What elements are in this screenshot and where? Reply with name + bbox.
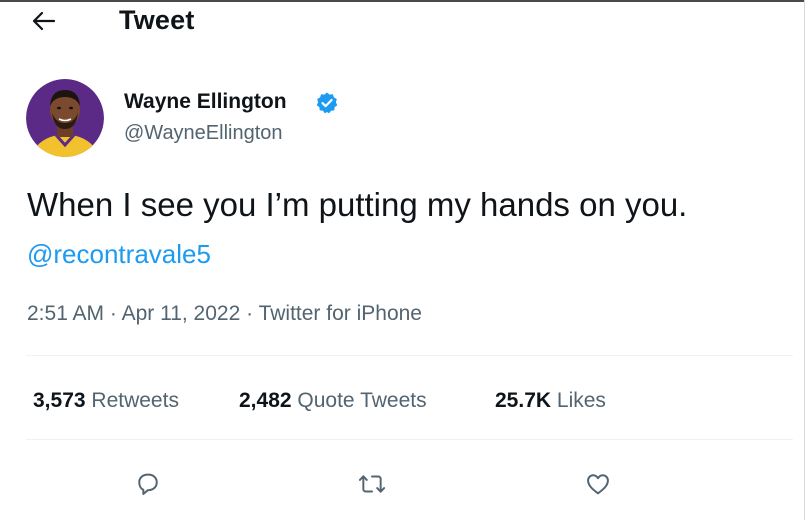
- retweets-count: 3,573: [33, 389, 86, 412]
- likes-stat[interactable]: 25.7K Likes: [495, 389, 606, 413]
- reply-icon: [138, 473, 158, 496]
- header-bar: Tweet: [0, 2, 805, 38]
- meta-separator: ·: [240, 302, 259, 325]
- retweets-stat[interactable]: 3,573 Retweets: [33, 389, 179, 413]
- action-bar: [0, 458, 805, 508]
- author-handle[interactable]: @WayneEllington: [124, 122, 283, 145]
- tweet-time[interactable]: 2:51 AM: [27, 302, 104, 325]
- retweets-label: Retweets: [91, 389, 179, 412]
- quote-tweets-stat[interactable]: 2,482 Quote Tweets: [239, 389, 427, 413]
- tweet-author: Wayne Ellington @WayneEllington: [26, 79, 426, 159]
- tweet-source[interactable]: Twitter for iPhone: [259, 302, 422, 325]
- likes-count: 25.7K: [495, 389, 552, 412]
- avatar[interactable]: [26, 79, 104, 157]
- tweet-text: When I see you I’m putting my hands on y…: [27, 186, 688, 223]
- tweet-metadata: 2:51 AM · Apr 11, 2022 · Twitter for iPh…: [27, 302, 422, 326]
- likes-label: Likes: [556, 389, 606, 412]
- arrow-left-icon: [32, 11, 56, 31]
- divider: [26, 439, 793, 440]
- like-icon: [587, 474, 609, 495]
- meta-separator: ·: [104, 302, 122, 325]
- mention-link[interactable]: @recontravale5: [27, 239, 211, 270]
- like-button[interactable]: [578, 464, 618, 504]
- quote-tweets-label: Quote Tweets: [297, 389, 427, 412]
- retweet-button[interactable]: [352, 464, 392, 504]
- reply-button[interactable]: [128, 464, 168, 504]
- retweet-icon: [358, 475, 386, 493]
- verified-badge-icon: [316, 92, 338, 114]
- page-title: Tweet: [119, 5, 195, 35]
- avatar-image: [26, 79, 104, 157]
- tweet-date[interactable]: Apr 11, 2022: [122, 302, 241, 325]
- quote-tweets-count: 2,482: [239, 389, 292, 412]
- divider: [26, 355, 793, 356]
- author-name[interactable]: Wayne Ellington: [124, 90, 287, 114]
- back-button[interactable]: [28, 6, 60, 36]
